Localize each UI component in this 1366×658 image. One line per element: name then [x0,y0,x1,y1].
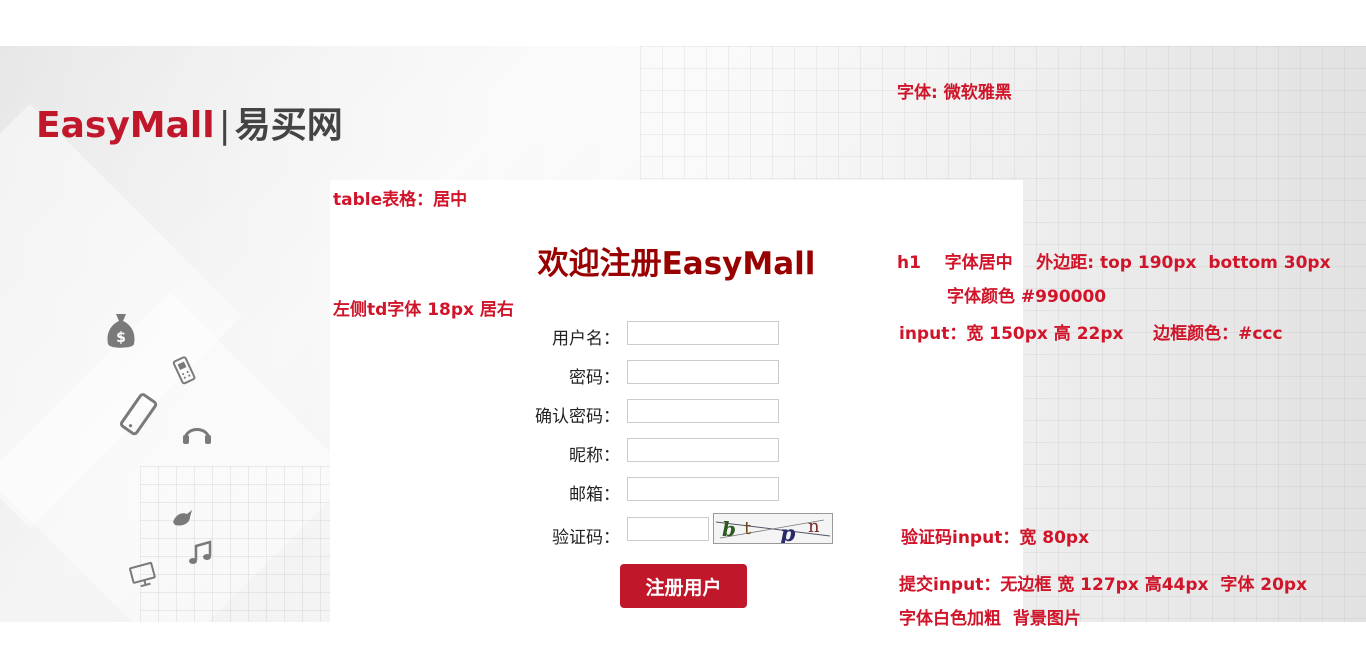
annotation-submit: 提交input：无边框 宽 127px 高44px 字体 20px [899,575,1308,595]
logo-cn-name: 易买网 [234,105,343,146]
site-logo[interactable]: EasyMall | 易买网 [36,96,343,148]
bird-icon [173,510,192,526]
logo-brand: EasyMall [36,105,215,146]
confirm-password-label: 确认密码： [535,407,620,427]
captcha-graphic: b t p n [715,516,831,547]
username-input[interactable] [627,321,779,345]
headphones-icon [183,428,211,444]
annotation-submit-style: 字体白色加粗 背景图片 [899,609,1081,629]
captcha-char: t [744,518,752,539]
annotation-captcha-input: 验证码input：宽 80px [901,528,1090,548]
email-input[interactable] [627,477,779,501]
captcha-char: n [808,516,820,537]
captcha-image[interactable]: b t p n [713,513,833,547]
smartphone-icon [119,393,158,436]
form-row-confirm-password: 确认密码： [420,399,920,427]
annotation-table: table表格：居中 [333,190,468,210]
money-bag-icon: $ [107,314,135,348]
confirm-password-input[interactable] [627,399,779,423]
captcha-label: 验证码： [552,528,620,548]
captcha-char: p [780,521,796,543]
password-input[interactable] [627,360,779,384]
form-row-captcha: 验证码： b t p n [420,513,920,548]
form-row-email: 邮箱： [420,477,920,505]
annotation-input: input：宽 150px 高 22px 边框颜色：#ccc [899,324,1283,344]
monitor-icon [129,561,156,588]
svg-text:$: $ [116,330,126,346]
phone-icon [172,356,196,385]
register-submit-button[interactable]: 注册用户 [620,564,747,608]
bg-grid-texture [140,466,330,622]
annotation-left-td: 左侧td字体 18px 居右 [333,300,514,320]
nickname-input[interactable] [627,438,779,462]
logo-separator: | [218,105,231,146]
form-row-nickname: 昵称： [420,438,920,466]
music-note-icon [189,540,212,564]
email-label: 邮箱： [569,485,620,505]
form-row-password: 密码： [420,360,920,388]
username-label: 用户名： [552,329,620,349]
annotation-h1-color: 字体颜色 #990000 [947,287,1107,307]
captcha-input[interactable] [627,517,709,541]
nickname-label: 昵称： [569,446,620,466]
password-label: 密码： [569,368,620,388]
annotation-h1: h1 字体居中 外边距: top 190px bottom 30px [897,253,1331,273]
captcha-char: b [722,517,736,541]
form-row-username: 用户名： [420,321,920,349]
annotation-font: 字体: 微软雅黑 [897,83,1012,103]
